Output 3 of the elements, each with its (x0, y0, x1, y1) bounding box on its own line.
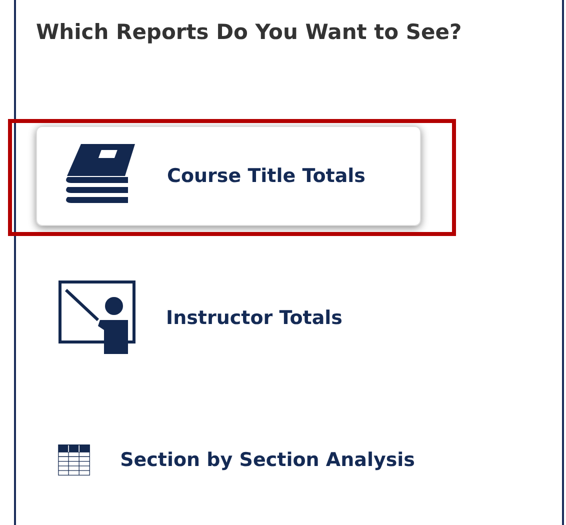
report-option[interactable]: Course Title Totals (36, 126, 421, 226)
teacher-at-board-icon (58, 280, 136, 356)
page-heading: Which Reports Do You Want to See? (35, 19, 463, 46)
